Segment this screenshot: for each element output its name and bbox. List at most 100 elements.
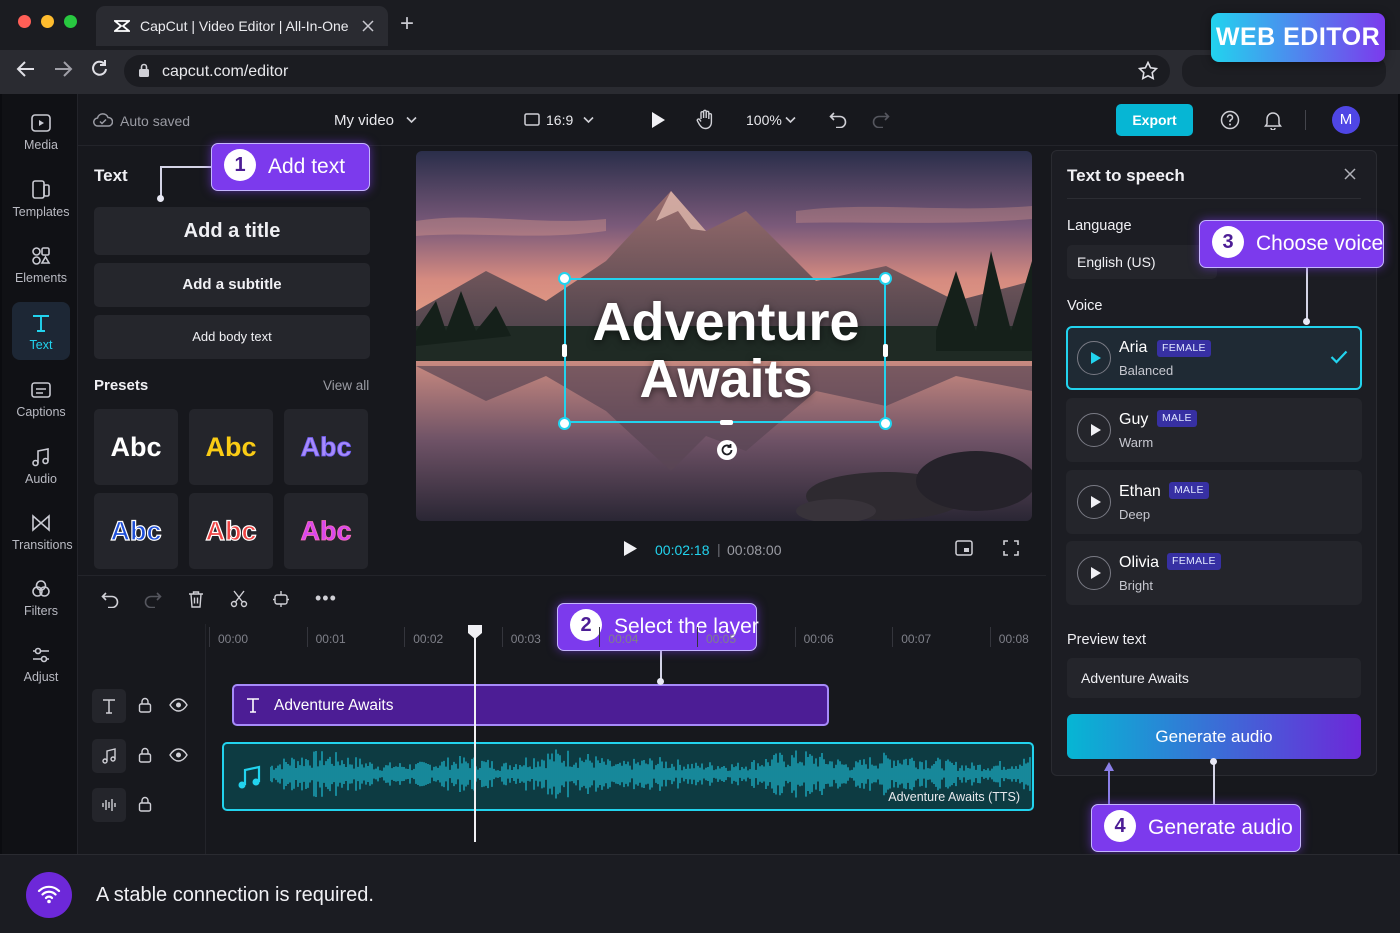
close-window-dot[interactable]: [18, 15, 31, 28]
preset-white[interactable]: Abc: [94, 409, 178, 485]
callout-4-arrow: [1108, 768, 1110, 804]
minimize-window-dot[interactable]: [41, 15, 54, 28]
voice-option-guy[interactable]: Guy MALE Warm: [1066, 398, 1362, 462]
voice-preview-play-button[interactable]: [1077, 341, 1111, 375]
preset-magenta[interactable]: Abc: [284, 493, 368, 569]
language-select[interactable]: English (US): [1067, 245, 1217, 279]
reload-icon[interactable]: [91, 59, 109, 78]
help-icon[interactable]: [1220, 110, 1240, 130]
back-icon[interactable]: [16, 60, 36, 78]
nav-text[interactable]: Text: [12, 302, 70, 360]
visibility-eye-icon[interactable]: [169, 698, 188, 712]
voice-preview-play-button[interactable]: [1077, 413, 1111, 447]
zoom-level[interactable]: 100%: [746, 112, 782, 128]
preset-yellow[interactable]: Abc: [189, 409, 273, 485]
maximize-window-dot[interactable]: [64, 15, 77, 28]
resize-handle-top-right[interactable]: [879, 272, 892, 285]
media-icon: [31, 114, 51, 132]
project-name[interactable]: My video: [334, 112, 394, 129]
address-field[interactable]: capcut.com/editor: [124, 55, 1170, 87]
picture-in-picture-icon[interactable]: [955, 540, 973, 556]
nav-audio[interactable]: Audio: [12, 436, 70, 494]
preview-play-icon[interactable]: [623, 540, 638, 557]
voice-preview-play-button[interactable]: [1077, 485, 1111, 519]
forward-icon[interactable]: [53, 60, 73, 78]
lock-track-icon[interactable]: [138, 796, 152, 812]
crop-icon[interactable]: [272, 590, 290, 608]
generate-audio-button[interactable]: Generate audio: [1067, 714, 1361, 759]
export-button[interactable]: Export: [1116, 104, 1193, 136]
close-panel-icon[interactable]: [1344, 168, 1356, 180]
split-icon[interactable]: [230, 590, 248, 608]
aspect-ratio-value[interactable]: 16:9: [546, 112, 573, 128]
rotate-handle-icon[interactable]: [716, 439, 738, 461]
waveform-track-icon: [102, 799, 116, 811]
nav-adjust[interactable]: Adjust: [12, 634, 70, 692]
lock-icon: [139, 63, 149, 77]
add-title-button[interactable]: Add a title: [94, 207, 370, 255]
preset-lavender[interactable]: Abc: [284, 409, 368, 485]
resize-handle-bottom-right[interactable]: [879, 417, 892, 430]
close-tab-icon[interactable]: [362, 20, 374, 32]
text-clip[interactable]: Adventure Awaits: [232, 684, 829, 726]
timeline-undo-icon[interactable]: [101, 591, 119, 608]
resize-handle-left[interactable]: [562, 344, 567, 357]
avatar[interactable]: M: [1332, 106, 1360, 134]
redo-icon[interactable]: [872, 111, 890, 128]
left-navigation: Media Templates Elements Text Captions A…: [2, 94, 78, 854]
preview-text-input[interactable]: Adventure Awaits: [1067, 658, 1361, 698]
track-header-divider: [205, 624, 206, 854]
gender-badge: FEMALE: [1157, 340, 1211, 357]
ruler-line: [599, 627, 601, 647]
lock-track-icon[interactable]: [138, 697, 152, 713]
chevron-down-icon[interactable]: [583, 116, 594, 124]
voice-preview-play-button[interactable]: [1077, 556, 1111, 590]
lock-track-icon[interactable]: [138, 747, 152, 763]
audio-clip[interactable]: Adventure Awaits (TTS): [222, 742, 1034, 811]
hand-tool-icon[interactable]: [696, 109, 714, 130]
add-body-text-button[interactable]: Add body text: [94, 315, 370, 359]
undo-icon[interactable]: [829, 111, 847, 128]
connection-message: A stable connection is required.: [96, 884, 374, 906]
visibility-eye-icon[interactable]: [169, 748, 188, 762]
nav-media[interactable]: Media: [12, 102, 70, 160]
text-icon: [33, 315, 49, 332]
nav-captions[interactable]: Captions: [12, 369, 70, 427]
voice-option-olivia[interactable]: Olivia FEMALE Bright: [1066, 541, 1362, 605]
text-clip-label: Adventure Awaits: [274, 697, 394, 714]
ruler-line: [989, 627, 991, 647]
view-all-link[interactable]: View all: [323, 378, 369, 393]
resize-handle-bottom-left[interactable]: [558, 417, 571, 430]
overlay-title-text[interactable]: Adventure Awaits: [570, 294, 882, 408]
nav-filters[interactable]: Filters: [12, 568, 70, 626]
browser-tab[interactable]: CapCut | Video Editor | All-In-One: [96, 6, 388, 46]
playhead[interactable]: [474, 636, 476, 842]
more-options-icon[interactable]: •••: [315, 588, 337, 609]
aspect-ratio-icon: [524, 113, 540, 126]
resize-handle-right[interactable]: [883, 344, 888, 357]
delete-icon[interactable]: [188, 590, 204, 608]
selected-check-icon: [1330, 350, 1348, 364]
preset-blue-outline[interactable]: Abc: [94, 493, 178, 569]
fullscreen-icon[interactable]: [1003, 540, 1019, 556]
resize-handle-bottom[interactable]: [720, 420, 733, 425]
timeline-redo-icon[interactable]: [144, 591, 162, 608]
chevron-down-icon[interactable]: [785, 116, 796, 124]
playhead-handle-icon[interactable]: [467, 624, 483, 640]
preset-red-outline[interactable]: Abc: [189, 493, 273, 569]
voice-option-aria[interactable]: Aria FEMALE Balanced: [1066, 326, 1362, 390]
ruler-line: [501, 627, 503, 647]
callout-1-connector: [160, 166, 211, 168]
notification-bell-icon[interactable]: [1264, 110, 1282, 130]
resize-handle-top-left[interactable]: [558, 272, 571, 285]
text-panel-heading: Text: [94, 166, 128, 185]
nav-templates[interactable]: Templates: [12, 169, 70, 227]
nav-transitions[interactable]: Transitions: [12, 502, 73, 560]
chevron-down-icon[interactable]: [406, 116, 417, 124]
nav-elements[interactable]: Elements: [12, 235, 70, 293]
voice-option-ethan[interactable]: Ethan MALE Deep: [1066, 470, 1362, 534]
new-tab-button[interactable]: +: [400, 10, 414, 38]
play-icon[interactable]: [650, 111, 666, 129]
add-subtitle-button[interactable]: Add a subtitle: [94, 263, 370, 307]
bookmark-star-icon[interactable]: [1138, 61, 1158, 80]
